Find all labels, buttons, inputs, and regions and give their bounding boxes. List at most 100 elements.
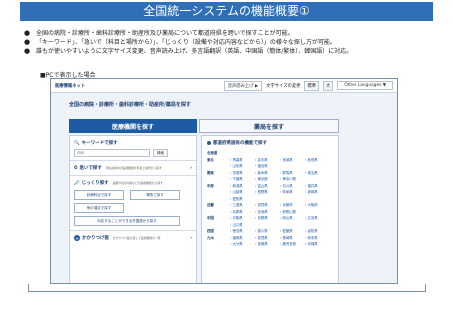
empty-cell xyxy=(255,196,279,201)
prefecture-link[interactable]: 大分県 xyxy=(230,241,254,246)
prefecture-link[interactable]: 奈良県 xyxy=(255,209,279,214)
prefecture-link[interactable]: 茨城県 xyxy=(230,170,254,175)
prefecture-link[interactable]: 京都府 xyxy=(280,202,304,207)
prefecture-link[interactable]: 長崎県 xyxy=(280,235,304,240)
font-size-large-button[interactable]: 大 xyxy=(323,80,334,91)
prefecture-link[interactable]: 新潟県 xyxy=(230,183,254,188)
prefecture-link[interactable]: 群馬県 xyxy=(280,170,304,175)
prefecture-panel: 都道府県固有の機能で探す 北海道東北 青森県岩手県宮城県秋田県山形県福島県関東 茨城… xyxy=(201,135,339,283)
region-label: 北海道 xyxy=(207,151,218,155)
prefecture-link[interactable]: 山口県 xyxy=(230,222,254,227)
search-by-other-button[interactable]: 他の項目で探す xyxy=(74,203,124,213)
empty-cell xyxy=(305,150,329,155)
prefecture-link[interactable]: 鹿児島県 xyxy=(280,241,304,246)
prefecture-link[interactable]: 埼玉県 xyxy=(305,170,329,175)
search-by-language-button[interactable]: 対応することができる外国語から探す xyxy=(74,216,180,226)
font-size-standard-button[interactable]: 標準 xyxy=(304,80,320,91)
prefecture-link[interactable]: 三重県 xyxy=(230,202,254,207)
prefecture-grid: 北海道東北 青森県岩手県宮城県秋田県山形県福島県関東 茨城県栃木県群馬県埼玉県千葉県… xyxy=(207,150,333,246)
empty-cell xyxy=(280,150,304,155)
prefecture-link[interactable]: 島根県 xyxy=(255,215,279,220)
region-label xyxy=(207,196,229,201)
family-doctor-section[interactable]: + かかりつけ医 かかりつけ医を探して医療機関の一覧 › xyxy=(70,231,196,245)
language-select[interactable]: Other Languages ▼ xyxy=(337,81,393,90)
tab-pharmacy[interactable]: 薬局を探す xyxy=(199,119,339,133)
empty-cell xyxy=(305,222,329,227)
empty-cell xyxy=(255,222,279,227)
prefecture-link[interactable]: 青森県 xyxy=(230,157,254,162)
bullet-item: ● 誰もが使いやすいように文字サイズ変更、音声読み上げ、多言語翻訳（英語、中国語（… xyxy=(24,47,353,55)
browser-screenshot-frame: 医療情報ネット 音声読み上げ ▶ 文字サイズの変更 標準 大 Other Lan… xyxy=(50,78,398,284)
prefecture-link[interactable]: 福岡県 xyxy=(230,235,254,240)
region-label: 四国 xyxy=(207,229,214,233)
prefecture-link[interactable]: 佐賀県 xyxy=(255,235,279,240)
prefecture-link[interactable]: 栃木県 xyxy=(255,170,279,175)
search-by-department-button[interactable]: 診療科目で探す xyxy=(74,190,124,200)
prefecture-link[interactable]: 岩手県 xyxy=(255,157,279,162)
prefecture-link[interactable]: 愛知県 xyxy=(230,196,254,201)
urgent-section-title: ⏱ 急いで探す 現在診療中の医療機関を科目と場所から探す › xyxy=(74,165,192,172)
font-size-label: 文字サイズの変更 xyxy=(266,83,301,89)
prefecture-link[interactable]: 岐阜県 xyxy=(280,189,304,194)
bullet-text: 「キーワード」、「急いで（科目と場所から）」、「じっくり（設備や対応内容などから… xyxy=(36,39,336,46)
prefecture-link[interactable]: 宮崎県 xyxy=(255,241,279,246)
keyword-search-button[interactable]: 検索 xyxy=(153,149,168,157)
bullet-icon xyxy=(207,141,211,145)
prefecture-link[interactable]: 長野県 xyxy=(255,189,279,194)
prefecture-link[interactable]: 千葉県 xyxy=(230,176,254,181)
region-label xyxy=(207,176,229,181)
region-label xyxy=(207,222,229,227)
prefecture-link[interactable]: 山梨県 xyxy=(230,189,254,194)
voice-readout-button[interactable]: 音声読み上げ ▶ xyxy=(223,80,263,91)
prefecture-link[interactable]: 熊本県 xyxy=(305,235,329,240)
prefecture-link[interactable]: 石川県 xyxy=(280,183,304,188)
prefecture-link[interactable]: 宮城県 xyxy=(280,157,304,162)
keyword-search-row: 検索 xyxy=(74,149,192,157)
prefecture-link[interactable]: 徳島県 xyxy=(230,228,254,233)
bullet-list: ● 全国の病院・診療所・歯科診療所・助産所及び薬局について都道府県を跨いで探すこと… xyxy=(24,29,444,56)
empty-cell xyxy=(280,196,304,201)
empty-cell xyxy=(305,209,329,214)
prefecture-link[interactable]: 岡山県 xyxy=(280,215,304,220)
careful-description: 設備や対応内容などの医療機能から探す xyxy=(112,181,163,185)
keyword-search-input[interactable] xyxy=(74,149,150,157)
empty-cell xyxy=(230,150,254,155)
prefecture-link[interactable]: 高知県 xyxy=(305,228,329,233)
family-description: かかりつけ医を探して医療機関の一覧 xyxy=(113,236,161,240)
empty-cell xyxy=(305,196,329,201)
prefecture-link[interactable]: 広島県 xyxy=(305,215,329,220)
site-logo[interactable]: 医療情報ネット xyxy=(55,83,85,89)
region-label: 中国 xyxy=(207,216,214,220)
tab-medical-institution[interactable]: 医療機関を探す xyxy=(69,119,197,133)
prefecture-link[interactable]: 香川県 xyxy=(255,228,279,233)
prefecture-link[interactable]: 大阪府 xyxy=(305,202,329,207)
prefecture-link[interactable]: 沖縄県 xyxy=(305,241,329,246)
region-label xyxy=(207,209,229,214)
urgent-search-section[interactable]: ⏱ 急いで探す 現在診療中の医療機関を科目と場所から探す › xyxy=(70,161,196,175)
site-header: 医療情報ネット 音声読み上げ ▶ 文字サイズの変更 標準 大 Other Lan… xyxy=(51,79,397,93)
region-label: 東北 xyxy=(207,157,214,162)
search-by-location-button[interactable]: 場所で探す xyxy=(130,190,180,200)
prefecture-link[interactable]: 兵庫県 xyxy=(230,209,254,214)
prefecture-link[interactable]: 山形県 xyxy=(230,163,254,168)
region-label xyxy=(207,163,229,168)
prefecture-link[interactable]: 福島県 xyxy=(255,163,279,168)
prefecture-link[interactable]: 鳥取県 xyxy=(230,215,254,220)
prefecture-link[interactable]: 秋田県 xyxy=(305,157,329,162)
prefecture-link[interactable]: 福井県 xyxy=(305,183,329,188)
prefecture-link[interactable]: 愛媛県 xyxy=(280,228,304,233)
empty-cell xyxy=(305,176,329,181)
prefecture-link[interactable]: 富山県 xyxy=(255,183,279,188)
region-label: 近畿 xyxy=(207,203,214,207)
region-label: 関東 xyxy=(207,170,214,175)
search-icon: 🔍 xyxy=(74,140,80,146)
prefecture-link[interactable]: 和歌山県 xyxy=(280,209,304,214)
search-tabs: 医療機関を探す 薬局を探す xyxy=(69,119,339,133)
page-bottom-edge xyxy=(28,284,426,292)
bullet-item: ● 「キーワード」、「急いで（科目と場所から）」、「じっくり（設備や対応内容などか… xyxy=(24,38,336,46)
prefecture-link[interactable]: 東京都 xyxy=(255,176,279,181)
prefecture-link[interactable]: 静岡県 xyxy=(305,189,329,194)
prefecture-link[interactable]: 滋賀県 xyxy=(255,202,279,207)
prefecture-link[interactable]: 神奈川県 xyxy=(280,176,304,181)
slide-title: 全国統一システムの機能概要① xyxy=(20,2,433,21)
